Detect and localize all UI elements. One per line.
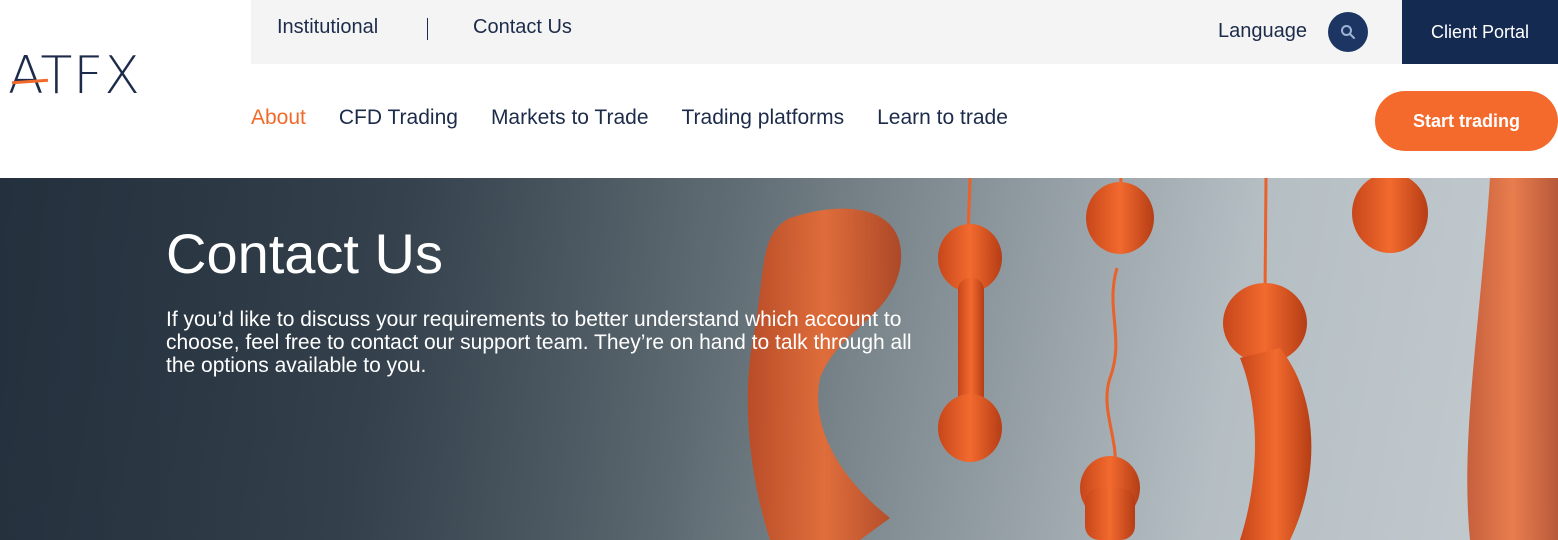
- language-selector[interactable]: Language: [1218, 20, 1307, 43]
- main-nav: About CFD Trading Markets to Trade Tradi…: [251, 106, 1041, 138]
- nav-item-about[interactable]: About: [251, 106, 306, 138]
- nav-item-markets-to-trade[interactable]: Markets to Trade: [491, 106, 649, 138]
- hero-banner: Contact Us If you’d like to discuss your…: [0, 178, 1558, 540]
- contact-us-link[interactable]: Contact Us: [473, 16, 572, 39]
- institutional-link[interactable]: Institutional: [277, 16, 378, 39]
- page-title: Contact Us: [166, 222, 443, 285]
- logo-text: ATFX: [8, 46, 141, 106]
- nav-item-trading-platforms[interactable]: Trading platforms: [682, 106, 845, 138]
- hero-description: If you’d like to discuss your requiremen…: [166, 308, 912, 377]
- client-portal-button[interactable]: Client Portal: [1402, 0, 1558, 64]
- search-icon: [1341, 25, 1355, 39]
- atfx-logo[interactable]: ATFX: [8, 50, 168, 106]
- nav-item-learn-to-trade[interactable]: Learn to trade: [877, 106, 1008, 138]
- search-button[interactable]: [1328, 12, 1368, 52]
- topbar-divider: [427, 18, 428, 40]
- nav-item-cfd-trading[interactable]: CFD Trading: [339, 106, 458, 138]
- start-trading-button[interactable]: Start trading: [1375, 91, 1558, 151]
- top-utility-bar: Institutional Contact Us Language Client…: [251, 0, 1558, 64]
